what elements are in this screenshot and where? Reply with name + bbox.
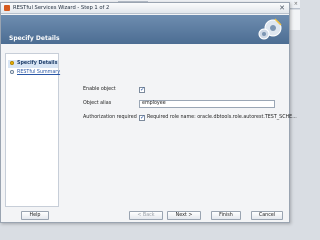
nav-item-restful-summary[interactable]: RESTful Summary — [8, 69, 61, 77]
authorization-label: Authorization required — [83, 115, 137, 120]
nav-item-label: Specify Details — [17, 61, 58, 66]
enable-object-label: Enable object — [83, 87, 116, 92]
current-step-icon — [10, 60, 14, 65]
finish-button[interactable]: Finish — [211, 211, 241, 220]
back-button[interactable]: < Back — [129, 211, 163, 220]
step-icon — [10, 69, 14, 74]
wizard-content: Enable object Object alias employee Auth… — [63, 53, 297, 207]
enable-object-checkbox[interactable] — [139, 86, 145, 94]
wizard-header: Specify Details — [1, 15, 289, 44]
object-alias-label: Object alias — [83, 101, 112, 106]
close-icon[interactable]: × — [294, 1, 298, 7]
role-name-text: Required role name: oracle.dbtools.role.… — [147, 115, 297, 120]
wizard-step-nav: Specify Details RESTful Summary — [5, 53, 61, 207]
next-button[interactable]: Next > — [167, 211, 201, 220]
nav-item-specify-details[interactable]: Specify Details — [8, 60, 58, 68]
restful-wizard-dialog: RESTful Services Wizard - Step 1 of 2 ✕ … — [0, 2, 297, 223]
dialog-title: RESTful Services Wizard - Step 1 of 2 — [13, 5, 110, 11]
app-icon — [4, 5, 10, 11]
page-title: Specify Details — [9, 35, 60, 42]
close-icon[interactable]: ✕ — [279, 4, 285, 12]
wizard-gears-icon — [258, 18, 282, 40]
help-button[interactable]: Help — [21, 211, 49, 220]
authorization-checkbox[interactable] — [139, 114, 145, 122]
authorization-row: Authorization required Required role nam… — [83, 114, 307, 122]
object-alias-field[interactable]: employee — [139, 100, 275, 108]
cancel-button[interactable]: Cancel — [251, 211, 283, 220]
nav-item-label: RESTful Summary — [17, 70, 61, 75]
dialog-titlebar[interactable]: RESTful Services Wizard - Step 1 of 2 ✕ — [1, 3, 289, 14]
object-alias-row: Object alias employee — [83, 100, 283, 108]
